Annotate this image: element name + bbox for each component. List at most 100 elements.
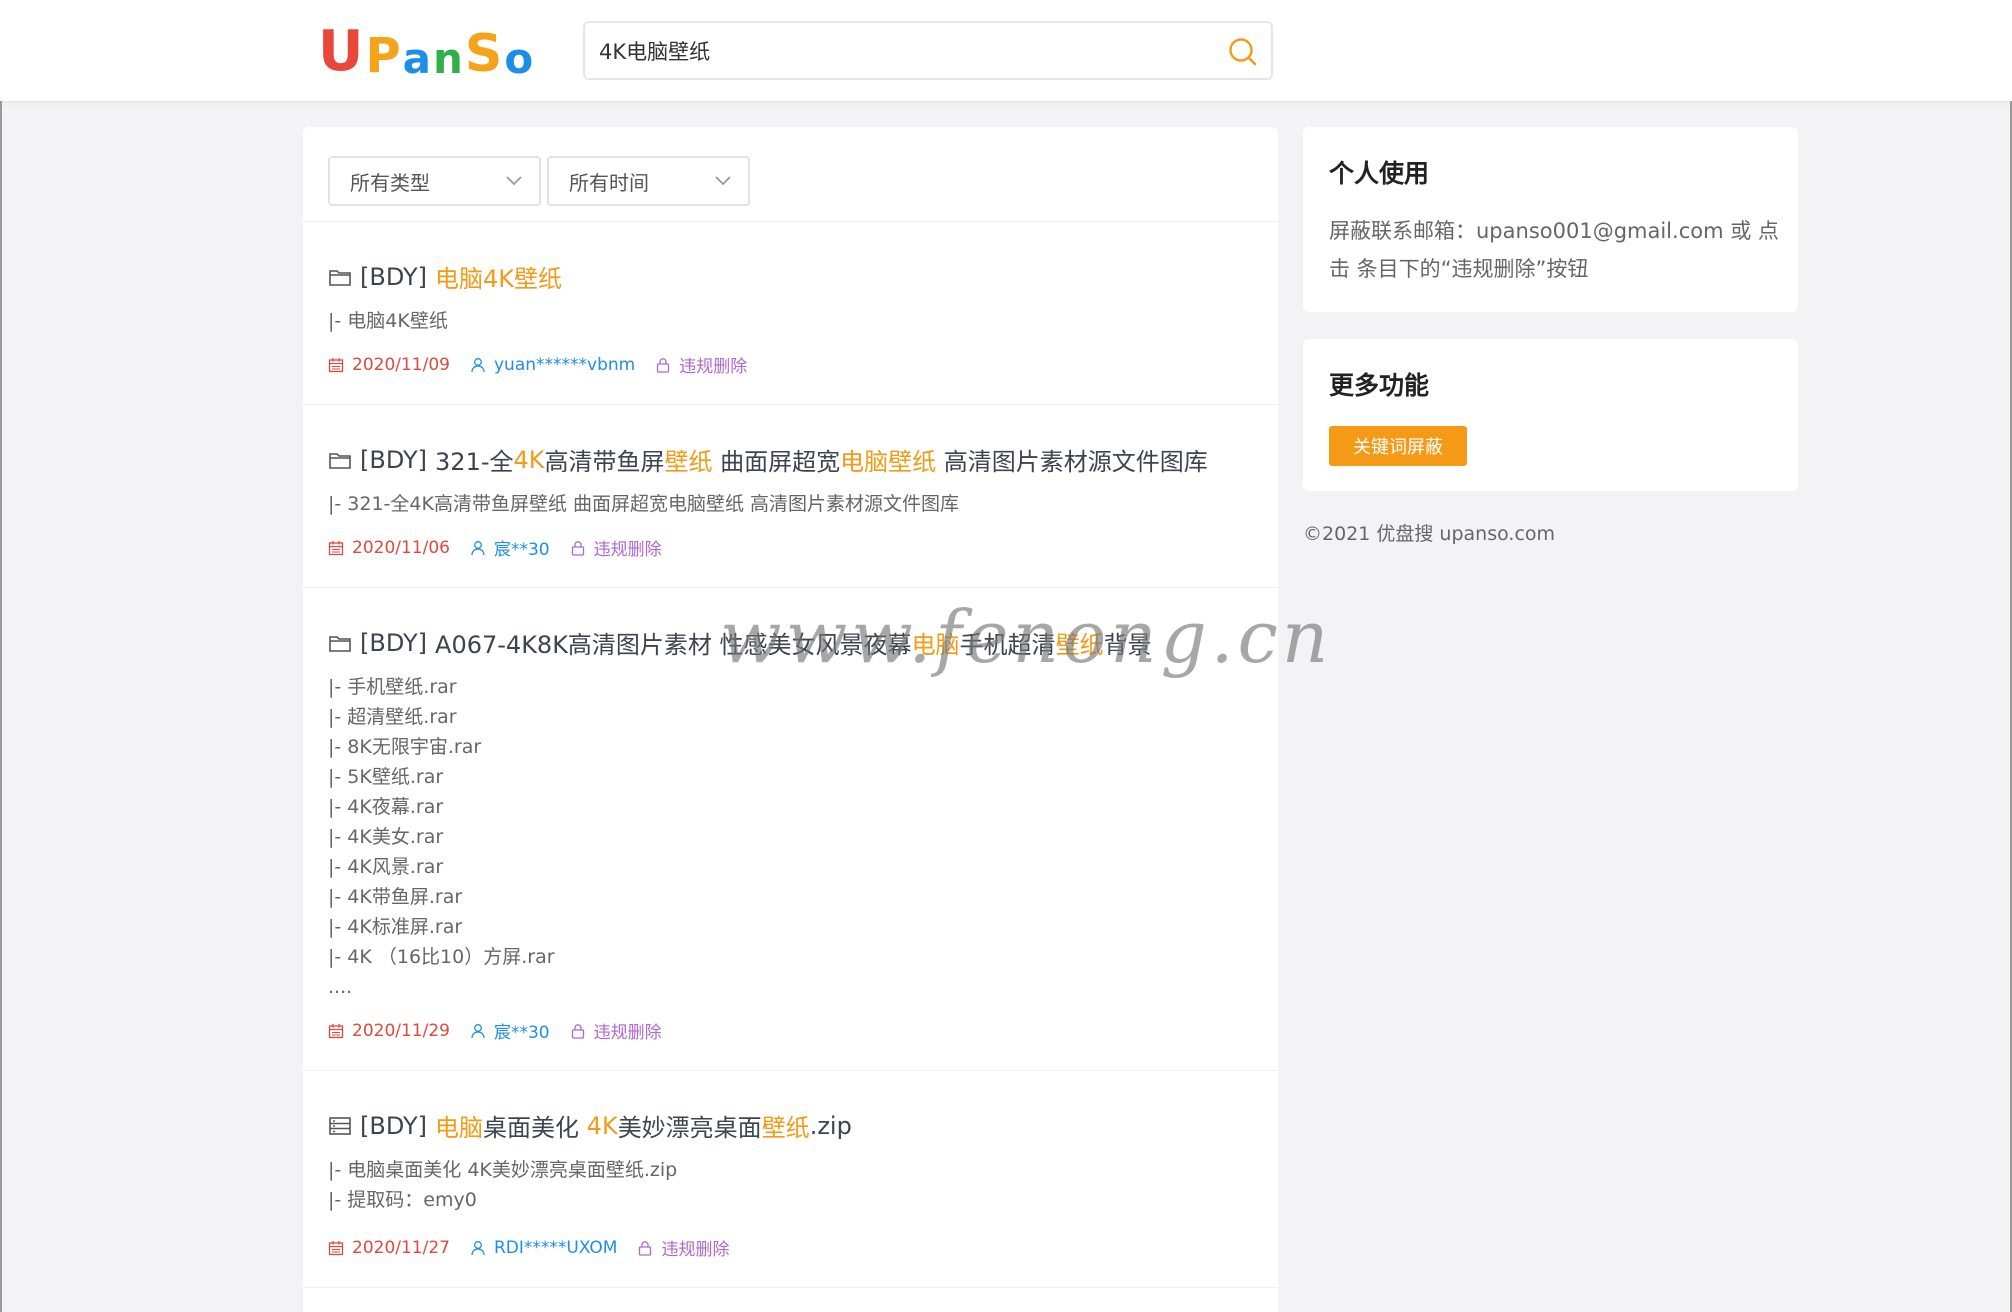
file-list: |- 手机壁纸.rar |- 超清壁纸.rar |- 8K无限宇宙.rar |- 5K…: [328, 672, 555, 1002]
personal-use-text: 屏蔽联系邮箱：upanso001@gmail.com 或 点击 条目下的“违规删…: [1329, 219, 1779, 281]
time-filter-label: 所有时间: [569, 170, 649, 195]
title-highlight: 壁纸: [1055, 631, 1104, 659]
user-icon: [471, 1023, 485, 1038]
user-text: 宸**30: [493, 540, 550, 560]
title-text: 手机超清: [959, 631, 1056, 659]
file-entry: ....: [328, 976, 353, 998]
calendar-icon: [328, 1240, 344, 1255]
report-delete-link[interactable]: 违规删除: [655, 352, 747, 377]
file-entry: |- 手机壁纸.rar: [328, 676, 457, 698]
file-entry: |- 5K壁纸.rar: [328, 766, 444, 788]
type-filter-label: 所有类型: [350, 170, 430, 195]
keyword-block-button[interactable]: 关键词屏蔽: [1329, 426, 1467, 466]
title-text: 曲面屏超宽: [712, 448, 841, 476]
result-title-link[interactable]: [BDY] 321-全 4K 高清带鱼屏 壁纸 曲面屏超宽 电脑壁纸 高清图片素材源文件图…: [328, 442, 1208, 477]
file-list: |- 电脑桌面美化 4K美妙漂亮桌面壁纸.zip |- 提取码：emy0: [328, 1155, 677, 1215]
title-text: 桌面美化: [483, 1114, 587, 1142]
report-text: 违规删除: [661, 1240, 730, 1260]
result-user-link[interactable]: yuan******vbnm: [470, 355, 635, 375]
title-highlight: 电脑壁纸: [840, 448, 937, 476]
card-title: 个人使用: [1329, 159, 1430, 188]
result-meta: 2020/11/29 宸**30 违规删除: [328, 1018, 682, 1043]
file-entry: |- 4K美女.rar: [328, 826, 444, 848]
title-text: .zip: [809, 1111, 852, 1140]
result-user-link[interactable]: 宸**30: [470, 535, 550, 560]
title-text: 高清带鱼屏: [544, 448, 665, 476]
logo-letter: n: [433, 34, 465, 83]
title-highlight: 壁纸: [664, 448, 713, 476]
type-filter-select[interactable]: 所有类型: [328, 156, 541, 206]
logo-letter: o: [504, 34, 536, 83]
file-entry: |- 4K标准屏.rar: [328, 916, 463, 938]
title-text: A067-4K8K高清图片素材 性感美女风景夜幕: [435, 631, 912, 659]
result-title-link[interactable]: [BDY] A067-4K8K高清图片素材 性感美女风景夜幕 电脑 手机超清 壁纸 背景: [328, 625, 1152, 660]
search-input[interactable]: [599, 35, 1199, 67]
date-text: 2020/11/27: [352, 1237, 450, 1258]
window-border-left: [0, 0, 2, 1312]
source-tag: [BDY]: [360, 1111, 428, 1140]
result-date: 2020/11/09: [328, 355, 450, 375]
results-list: [BDY] 电脑4K壁纸 |- 电脑4K壁纸 2020/11/09 yuan******…: [303, 222, 1278, 1288]
archive-icon: [329, 1116, 351, 1135]
time-filter-select[interactable]: 所有时间: [547, 156, 750, 206]
result-meta: 2020/11/27 RDI*****UXOM 违规删除: [328, 1235, 749, 1260]
personal-use-card: 个人使用 屏蔽联系邮箱：upanso001@gmail.com 或 点击 条目下…: [1303, 127, 1798, 312]
result-item: [BDY] 电脑 桌面美化 4K 美妙漂亮桌面 壁纸 .zip |- 电脑桌面美化 4K美妙…: [303, 1071, 1278, 1288]
title-highlight: 电脑4K壁纸: [435, 265, 563, 293]
file-entry: |- 提取码：emy0: [328, 1189, 477, 1211]
file-list: |- 321-全4K高清带鱼屏壁纸 曲面屏超宽电脑壁纸 高清图片素材源文件图库: [328, 489, 959, 519]
result-title-link[interactable]: [BDY] 电脑4K壁纸: [328, 259, 562, 294]
file-entry: |- 321-全4K高清带鱼屏壁纸 曲面屏超宽电脑壁纸 高清图片素材源文件图库: [328, 493, 960, 515]
result-item: [BDY] 电脑4K壁纸 |- 电脑4K壁纸 2020/11/09 yuan******…: [303, 222, 1278, 405]
file-entry: |- 超清壁纸.rar: [328, 706, 457, 728]
user-text: RDI*****UXOM: [493, 1237, 618, 1258]
title-highlight: 4K: [513, 445, 545, 474]
results-panel: 所有类型 所有时间 [BDY] 电脑4K壁纸 |- 电脑4K壁纸 2020/11/09…: [303, 127, 1278, 1312]
title-text: 美妙漂亮桌面: [617, 1114, 762, 1142]
chevron-down-icon: [506, 176, 522, 186]
report-text: 违规删除: [679, 357, 748, 377]
result-date: 2020/11/29: [328, 1021, 450, 1041]
site-logo[interactable]: U P a n S o: [318, 19, 536, 84]
card-title: 更多功能: [1329, 371, 1430, 400]
report-delete-link[interactable]: 违规删除: [570, 1018, 662, 1043]
result-date: 2020/11/27: [328, 1238, 450, 1258]
calendar-icon: [328, 357, 344, 372]
title-text: 高清图片素材源文件图库: [936, 448, 1208, 476]
folder-icon: [329, 635, 351, 652]
title-text: 背景: [1103, 631, 1152, 659]
logo-letter: U: [318, 19, 366, 84]
file-list: |- 电脑4K壁纸: [328, 306, 448, 336]
result-item: [BDY] A067-4K8K高清图片素材 性感美女风景夜幕 电脑 手机超清 壁纸 背景 |…: [303, 588, 1278, 1071]
more-features-card: 更多功能 关键词屏蔽: [1303, 339, 1798, 491]
result-meta: 2020/11/06 宸**30 违规删除: [328, 535, 682, 560]
user-icon: [471, 540, 485, 555]
file-entry: |- 4K夜幕.rar: [328, 796, 444, 818]
result-item: [BDY] 321-全 4K 高清带鱼屏 壁纸 曲面屏超宽 电脑壁纸 高清图片素材源文件图…: [303, 405, 1278, 588]
title-highlight: 4K: [586, 1111, 618, 1140]
result-user-link[interactable]: 宸**30: [470, 1018, 550, 1043]
title-highlight: 壁纸: [761, 1114, 810, 1142]
user-text: yuan******vbnm: [493, 354, 636, 375]
report-delete-link[interactable]: 违规删除: [637, 1235, 729, 1260]
file-entry: |- 电脑4K壁纸: [328, 310, 448, 332]
top-header: U P a n S o: [0, 0, 2012, 101]
date-text: 2020/11/29: [352, 1020, 450, 1041]
search-icon[interactable]: [1227, 36, 1259, 68]
folder-icon: [329, 452, 351, 469]
user-icon: [471, 357, 485, 372]
report-text: 违规删除: [593, 540, 662, 560]
user-text: 宸**30: [493, 1023, 550, 1043]
lock-icon: [571, 540, 584, 556]
logo-letter: P: [365, 28, 403, 84]
title-highlight: 电脑: [911, 631, 960, 659]
search-box: [583, 21, 1273, 80]
result-title-link[interactable]: [BDY] 电脑 桌面美化 4K 美妙漂亮桌面 壁纸 .zip: [328, 1108, 852, 1143]
lock-icon: [639, 1240, 652, 1256]
source-tag: [BDY]: [360, 628, 428, 657]
report-delete-link[interactable]: 违规删除: [570, 535, 662, 560]
result-user-link[interactable]: RDI*****UXOM: [470, 1238, 617, 1258]
logo-letter: a: [402, 34, 434, 83]
copyright-text: ©2021 优盘搜 upanso.com: [1303, 523, 1556, 545]
source-tag: [BDY]: [360, 262, 428, 291]
